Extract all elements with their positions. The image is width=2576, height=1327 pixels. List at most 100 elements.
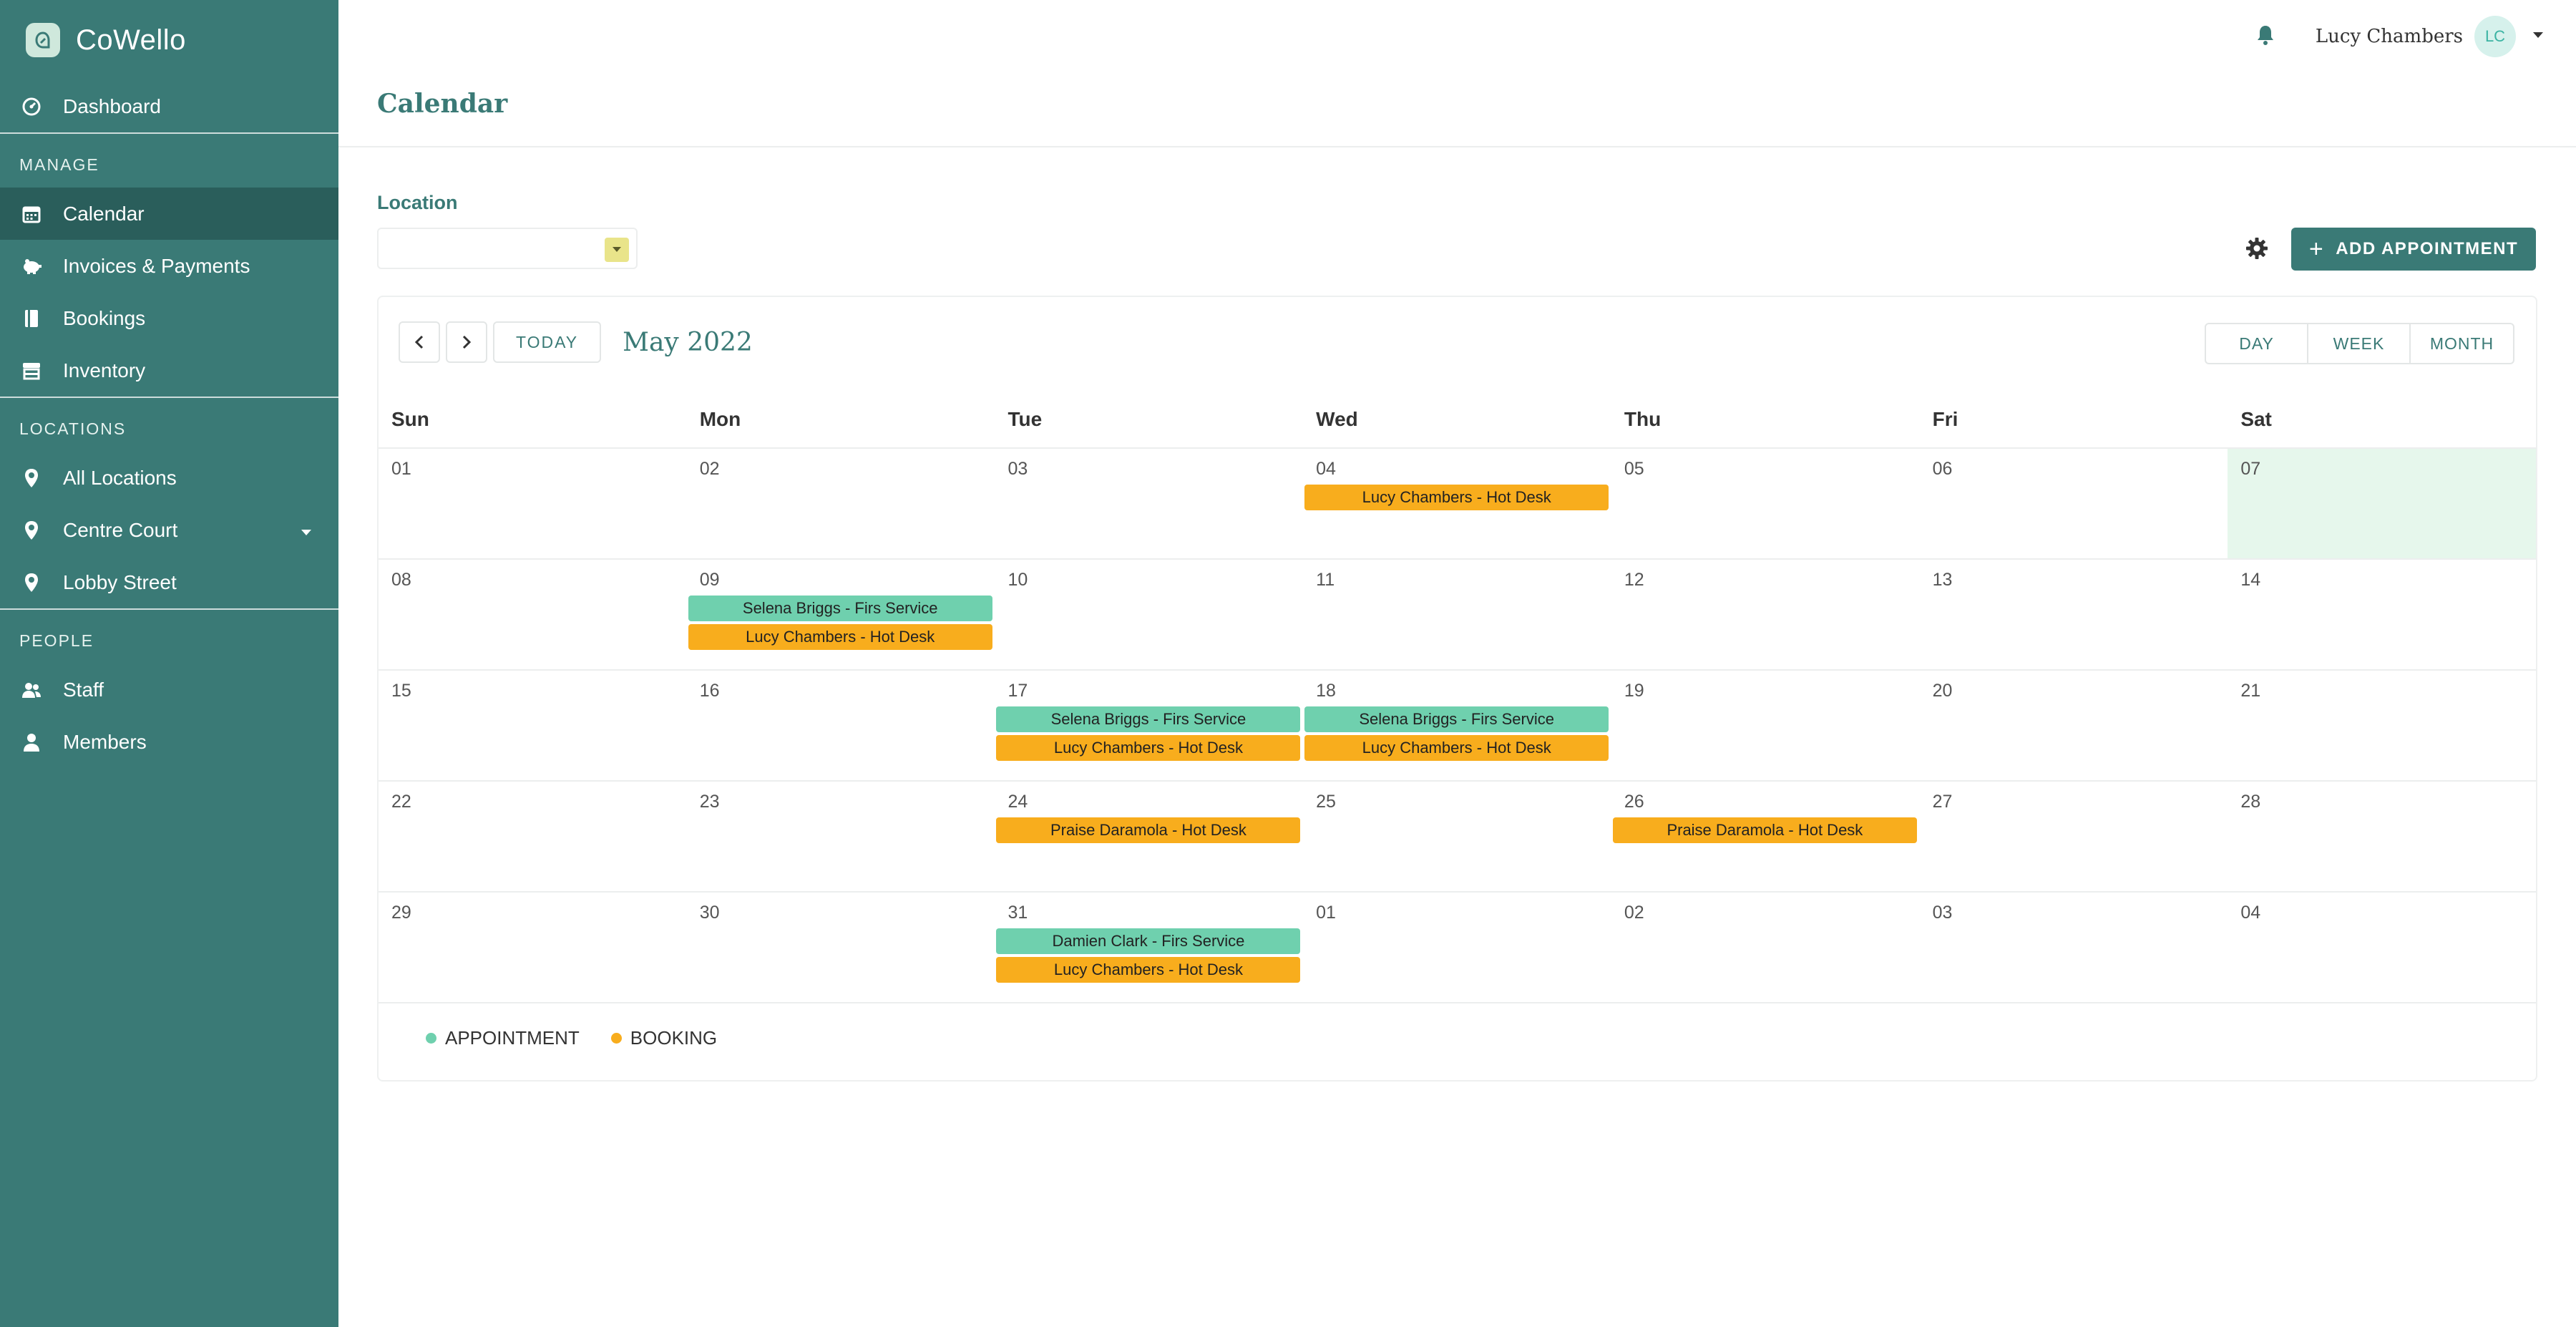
gear-icon[interactable] — [2244, 235, 2270, 261]
view-week-button[interactable]: WEEK — [2308, 324, 2411, 363]
map-pin-icon — [20, 571, 43, 594]
week-row: 22 23 24 Praise Daramola - Hot Desk 25 2… — [379, 782, 2536, 893]
sidebar-item-invoices-payments[interactable]: Invoices & Payments — [0, 240, 338, 292]
day-number: 21 — [2240, 681, 2261, 701]
sidebar-item-members[interactable]: Members — [0, 716, 338, 768]
day-cell[interactable]: 20 — [1920, 671, 2228, 780]
today-button[interactable]: TODAY — [493, 321, 602, 363]
day-cell[interactable]: 03 — [995, 449, 1303, 558]
booking-event[interactable]: Lucy Chambers - Hot Desk — [1304, 735, 1609, 761]
day-cell[interactable]: 15 — [379, 671, 687, 780]
day-cell[interactable]: 29 — [379, 893, 687, 1002]
prev-month-button[interactable] — [399, 321, 440, 363]
day-cell[interactable]: 14 — [2228, 560, 2536, 669]
map-pin-icon — [20, 467, 43, 490]
sidebar-item-centre-court[interactable]: Centre Court — [0, 504, 338, 556]
brand[interactable]: CoWello — [0, 0, 338, 80]
month-grid: Sun Mon Tue Wed Thu Fri Sat 01 02 03 04 … — [379, 392, 2537, 1003]
week-row: 15 16 17 Selena Briggs - Firs Service Lu… — [379, 671, 2536, 782]
day-cell[interactable]: 02 — [687, 449, 995, 558]
appointment-event[interactable]: Selena Briggs - Firs Service — [688, 596, 992, 621]
day-cell[interactable]: 03 — [1920, 893, 2228, 1002]
calendar-toolbar: TODAY May 2022 — [399, 321, 753, 363]
add-appointment-button[interactable]: + ADD APPOINTMENT — [2291, 228, 2536, 271]
view-month-button[interactable]: MONTH — [2411, 324, 2513, 363]
day-cell[interactable]: 30 — [687, 893, 995, 1002]
day-cell[interactable]: 26 Praise Daramola - Hot Desk — [1611, 782, 1920, 891]
day-cell[interactable]: 12 — [1611, 560, 1920, 669]
dashboard-icon — [20, 95, 43, 118]
day-cell-today[interactable]: 07 — [2228, 449, 2537, 558]
chevron-down-icon[interactable] — [2532, 30, 2545, 43]
day-cell[interactable]: 18 Selena Briggs - Firs Service Lucy Cha… — [1303, 671, 1611, 780]
caret-down-icon[interactable] — [605, 238, 629, 262]
day-cell[interactable]: 17 Selena Briggs - Firs Service Lucy Cha… — [995, 671, 1303, 780]
sidebar-item-calendar[interactable]: Calendar — [0, 188, 338, 240]
appointment-event[interactable]: Selena Briggs - Firs Service — [996, 706, 1301, 732]
appointment-event[interactable]: Damien Clark - Firs Service — [996, 928, 1301, 954]
sidebar-item-staff[interactable]: Staff — [0, 664, 338, 716]
next-month-button[interactable] — [446, 321, 487, 363]
day-cell[interactable]: 04 Lucy Chambers - Hot Desk — [1303, 449, 1611, 558]
view-day-button[interactable]: DAY — [2206, 324, 2308, 363]
sidebar-item-inventory[interactable]: Inventory — [0, 344, 338, 397]
day-number: 20 — [1932, 681, 1953, 701]
weekday-header-row: Sun Mon Tue Wed Thu Fri Sat — [379, 392, 2536, 449]
day-number: 09 — [699, 570, 720, 590]
booking-event[interactable]: Praise Daramola - Hot Desk — [1612, 817, 1917, 843]
booking-event[interactable]: Lucy Chambers - Hot Desk — [688, 624, 992, 650]
day-cell[interactable]: 02 — [1611, 893, 1920, 1002]
booking-event[interactable]: Lucy Chambers - Hot Desk — [1304, 485, 1609, 510]
day-cell[interactable]: 22 — [379, 782, 687, 891]
sidebar-item-label: Invoices & Payments — [63, 254, 250, 277]
day-number: 07 — [2240, 459, 2261, 479]
appointment-event[interactable]: Selena Briggs - Firs Service — [1304, 706, 1609, 732]
page-title: Calendar — [377, 89, 508, 119]
day-cell[interactable]: 10 — [995, 560, 1303, 669]
day-cell[interactable]: 28 — [2228, 782, 2536, 891]
day-cell[interactable]: 13 — [1920, 560, 2228, 669]
weekday-header: Mon — [699, 408, 741, 430]
day-number: 25 — [1316, 792, 1336, 812]
calendar-icon — [20, 203, 43, 225]
day-cell[interactable]: 09 Selena Briggs - Firs Service Lucy Cha… — [687, 560, 995, 669]
sidebar-item-dashboard[interactable]: Dashboard — [0, 80, 338, 132]
day-cell[interactable]: 01 — [1303, 893, 1611, 1002]
user-menu[interactable]: Lucy Chambers LC — [2255, 16, 2545, 57]
location-label: Location — [377, 192, 458, 213]
day-cell[interactable]: 31 Damien Clark - Firs Service Lucy Cham… — [995, 893, 1303, 1002]
sidebar-item-all-locations[interactable]: All Locations — [0, 452, 338, 504]
day-number: 04 — [2240, 903, 2261, 923]
day-cell[interactable]: 25 — [1303, 782, 1611, 891]
day-cell[interactable]: 21 — [2228, 671, 2536, 780]
day-cell[interactable]: 19 — [1611, 671, 1920, 780]
map-pin-icon — [20, 519, 43, 542]
day-cell[interactable]: 27 — [1920, 782, 2228, 891]
day-cell[interactable]: 01 — [379, 449, 687, 558]
day-cell[interactable]: 16 — [687, 671, 995, 780]
sidebar-item-lobby-street[interactable]: Lobby Street — [0, 556, 338, 608]
avatar[interactable]: LC — [2474, 16, 2516, 57]
day-cell[interactable]: 11 — [1303, 560, 1611, 669]
day-cell[interactable]: 23 — [687, 782, 995, 891]
caret-down-icon[interactable] — [300, 519, 313, 542]
day-number: 14 — [2240, 570, 2261, 590]
location-select[interactable] — [377, 228, 638, 269]
bell-icon[interactable] — [2255, 24, 2275, 50]
top-bar: Calendar Lucy Chambers LC — [338, 0, 2576, 147]
weekday-header: Wed — [1316, 408, 1358, 430]
day-cell[interactable]: 08 — [379, 560, 687, 669]
sidebar-item-label: Dashboard — [63, 94, 161, 117]
booking-event[interactable]: Praise Daramola - Hot Desk — [996, 817, 1301, 843]
day-cell[interactable]: 05 — [1611, 449, 1920, 558]
day-number: 30 — [699, 903, 720, 923]
sidebar-item-bookings[interactable]: Bookings — [0, 292, 338, 344]
day-cell[interactable]: 04 — [2228, 893, 2536, 1002]
day-cell[interactable]: 24 Praise Daramola - Hot Desk — [995, 782, 1303, 891]
week-row: 29 30 31 Damien Clark - Firs Service Luc… — [379, 893, 2536, 1003]
booking-event[interactable]: Lucy Chambers - Hot Desk — [996, 735, 1301, 761]
user-icon — [20, 731, 43, 754]
booking-event[interactable]: Lucy Chambers - Hot Desk — [996, 957, 1301, 983]
legend-label: BOOKING — [630, 1027, 718, 1049]
day-cell[interactable]: 06 — [1920, 449, 2228, 558]
